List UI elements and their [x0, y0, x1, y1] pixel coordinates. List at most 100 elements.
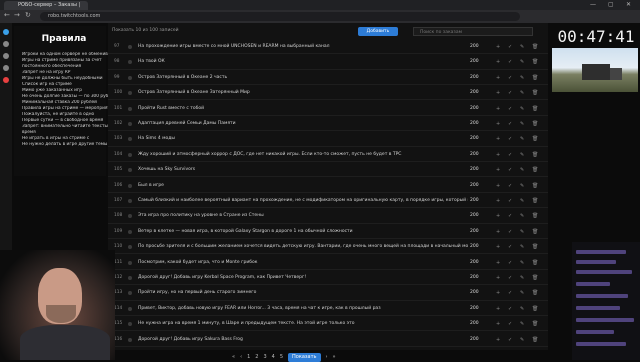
app-icon-telegram[interactable]	[3, 29, 9, 35]
edit-icon[interactable]: ✎	[520, 55, 524, 69]
check-icon[interactable]: ✓	[508, 333, 512, 347]
reload-icon[interactable]: ↻	[25, 11, 31, 19]
back-icon[interactable]: ←	[4, 11, 10, 19]
plus-icon[interactable]: +	[496, 132, 500, 146]
plus-icon[interactable]: +	[496, 117, 500, 131]
delete-icon[interactable]: 🗑	[532, 86, 538, 100]
pager-item[interactable]: 4	[272, 353, 275, 362]
table-row[interactable]: 100 Остров Затерянный в Океане Затерянный…	[108, 86, 548, 101]
table-row[interactable]: 111 Посмотрим, какой будет игра, что и Mo…	[108, 256, 548, 270]
edit-icon[interactable]: ✎	[520, 132, 524, 146]
check-icon[interactable]: ✓	[508, 55, 512, 69]
edit-icon[interactable]: ✎	[520, 240, 524, 254]
add-button[interactable]: Добавить	[358, 27, 398, 36]
table-row[interactable]: 99 Остров Затерянный в Океане 2 часть 200 +…	[108, 71, 548, 85]
delete-icon[interactable]: 🗑	[532, 163, 538, 177]
delete-icon[interactable]: 🗑	[532, 55, 538, 69]
pager-item[interactable]: Показать	[288, 353, 321, 362]
delete-icon[interactable]: 🗑	[532, 317, 538, 331]
edit-icon[interactable]: ✎	[520, 148, 524, 162]
edit-icon[interactable]: ✎	[520, 194, 524, 208]
plus-icon[interactable]: +	[496, 271, 500, 285]
plus-icon[interactable]: +	[496, 256, 500, 270]
edit-icon[interactable]: ✎	[520, 256, 524, 270]
pager-item[interactable]: «	[232, 353, 235, 362]
plus-icon[interactable]: +	[496, 102, 500, 116]
plus-icon[interactable]: +	[496, 55, 500, 69]
check-icon[interactable]: ✓	[508, 132, 512, 146]
pager-item[interactable]: »	[333, 353, 336, 362]
plus-icon[interactable]: +	[496, 179, 500, 193]
plus-icon[interactable]: +	[496, 286, 500, 300]
edit-icon[interactable]: ✎	[520, 102, 524, 116]
delete-icon[interactable]: 🗑	[532, 225, 538, 239]
check-icon[interactable]: ✓	[508, 317, 512, 331]
plus-icon[interactable]: +	[496, 209, 500, 223]
check-icon[interactable]: ✓	[508, 286, 512, 300]
pager-item[interactable]: ‹	[240, 353, 242, 362]
table-row[interactable]: 97 На прохождение игры вместе со мной UNC…	[108, 40, 548, 55]
table-row[interactable]: 102 Адаптация древней Семьи Дамы Памяти 20…	[108, 117, 548, 132]
check-icon[interactable]: ✓	[508, 86, 512, 100]
table-row[interactable]: 98 На твой ОК 200 + ✓ ✎ 🗑	[108, 55, 548, 70]
delete-icon[interactable]: 🗑	[532, 194, 538, 208]
check-icon[interactable]: ✓	[508, 163, 512, 177]
close-icon[interactable]: ✕	[626, 1, 631, 8]
edit-icon[interactable]: ✎	[520, 333, 524, 347]
edit-icon[interactable]: ✎	[520, 225, 524, 239]
plus-icon[interactable]: +	[496, 86, 500, 100]
app-icon-folder[interactable]	[3, 65, 9, 71]
table-row[interactable]: 113 Пройти игру, но на первый день старог…	[108, 286, 548, 301]
plus-icon[interactable]: +	[496, 333, 500, 347]
check-icon[interactable]: ✓	[508, 271, 512, 285]
table-row[interactable]: 105 Хочешь на Sky Survivors 200 + ✓ ✎ 🗑	[108, 163, 548, 178]
browser-tab[interactable]: РОБО-сервер – Заказы |	[4, 1, 88, 10]
app-icon-settings[interactable]	[3, 41, 9, 47]
table-row[interactable]: 101 Пройти Rust вместе с тобой 200 + ✓ ✎ 🗑	[108, 102, 548, 116]
delete-icon[interactable]: 🗑	[532, 209, 538, 223]
search-input[interactable]: Поиск по заказам	[413, 27, 533, 36]
plus-icon[interactable]: +	[496, 225, 500, 239]
edit-icon[interactable]: ✎	[520, 317, 524, 331]
table-row[interactable]: 109 Ветер в клетке — новая игра, в которо…	[108, 225, 548, 239]
table-row[interactable]: 103 На Sims 4 моды 200 + ✓ ✎ 🗑	[108, 132, 548, 147]
delete-icon[interactable]: 🗑	[532, 40, 538, 54]
delete-icon[interactable]: 🗑	[532, 302, 538, 316]
delete-icon[interactable]: 🗑	[532, 148, 538, 162]
edit-icon[interactable]: ✎	[520, 286, 524, 300]
pager-item[interactable]: ›	[326, 353, 328, 362]
plus-icon[interactable]: +	[496, 40, 500, 54]
app-icon-chat[interactable]	[3, 53, 9, 59]
table-row[interactable]: 107 Самый близкий и наиболее вероятный ва…	[108, 194, 548, 209]
delete-icon[interactable]: 🗑	[532, 333, 538, 347]
table-row[interactable]: 106 Был в игре 200 + ✓ ✎ 🗑	[108, 179, 548, 193]
check-icon[interactable]: ✓	[508, 194, 512, 208]
plus-icon[interactable]: +	[496, 240, 500, 254]
plus-icon[interactable]: +	[496, 71, 500, 85]
pager-item[interactable]: 5	[280, 353, 283, 362]
table-row[interactable]: 108 Эта игра про политику на уровне в Стр…	[108, 209, 548, 224]
maximize-icon[interactable]: ▢	[608, 1, 614, 8]
pager-item[interactable]: 2	[255, 353, 258, 362]
check-icon[interactable]: ✓	[508, 40, 512, 54]
plus-icon[interactable]: +	[496, 302, 500, 316]
delete-icon[interactable]: 🗑	[532, 286, 538, 300]
forward-icon[interactable]: →	[14, 11, 20, 19]
edit-icon[interactable]: ✎	[520, 86, 524, 100]
delete-icon[interactable]: 🗑	[532, 117, 538, 131]
edit-icon[interactable]: ✎	[520, 71, 524, 85]
check-icon[interactable]: ✓	[508, 117, 512, 131]
table-row[interactable]: 114 Привет, Виктор, добавь новую игру FEA…	[108, 302, 548, 316]
edit-icon[interactable]: ✎	[520, 40, 524, 54]
delete-icon[interactable]: 🗑	[532, 179, 538, 193]
edit-icon[interactable]: ✎	[520, 163, 524, 177]
plus-icon[interactable]: +	[496, 163, 500, 177]
pager-item[interactable]: 1	[247, 353, 250, 362]
delete-icon[interactable]: 🗑	[532, 240, 538, 254]
delete-icon[interactable]: 🗑	[532, 102, 538, 116]
delete-icon[interactable]: 🗑	[532, 256, 538, 270]
check-icon[interactable]: ✓	[508, 302, 512, 316]
minimize-icon[interactable]: —	[590, 1, 596, 8]
plus-icon[interactable]: +	[496, 148, 500, 162]
check-icon[interactable]: ✓	[508, 179, 512, 193]
